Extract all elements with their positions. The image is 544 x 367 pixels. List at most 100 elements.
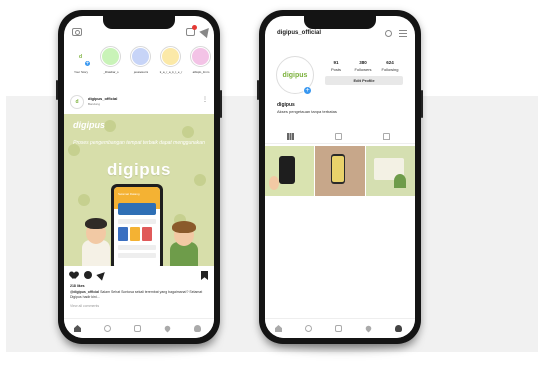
more-options-icon[interactable]: ⋮: [202, 96, 208, 103]
stat-following[interactable]: 624 Following: [377, 60, 403, 72]
profile-icon[interactable]: [194, 325, 201, 332]
phone-notch: [103, 16, 175, 29]
mock-book-cover: [118, 227, 128, 241]
story-label: Your Story: [74, 70, 88, 74]
story-label: albiqlo_ilmm: [192, 70, 210, 74]
stat-followers[interactable]: 380 Followers: [350, 60, 376, 72]
post-header: d digipus_official Bandung ⋮: [70, 94, 208, 112]
activity-heart-icon[interactable]: [364, 324, 373, 333]
profile-post-grid: [265, 146, 415, 196]
grid-post-thumbnail[interactable]: [315, 146, 365, 196]
story-label: _lihatdiar_s: [103, 70, 119, 74]
stat-posts[interactable]: 91 Posts: [323, 60, 349, 72]
heart-icon[interactable]: [70, 272, 78, 280]
caption-username[interactable]: @digipus_official: [70, 290, 99, 294]
boy-hair: [85, 218, 107, 229]
phone-power-button: [421, 90, 423, 118]
home-icon[interactable]: [74, 325, 81, 332]
view-comments-link[interactable]: View all comments: [70, 304, 99, 308]
camera-icon[interactable]: [72, 28, 82, 36]
post-image-logo: digipus: [73, 120, 105, 130]
story-label: jessiekurni: [133, 70, 149, 74]
stat-label: Posts: [330, 67, 341, 72]
post-avatar[interactable]: d: [70, 95, 84, 109]
home-icon[interactable]: [275, 325, 282, 332]
stories-row: d + Your Story _lihatdiar_s jessiekurni …: [64, 46, 214, 86]
post-image-brand: digipus: [107, 160, 171, 179]
story-item[interactable]: k_a_r_a_k_t_e_r: [160, 46, 182, 74]
story-avatar: [192, 48, 209, 65]
thumb-phone: [279, 156, 295, 184]
post-caption: @digipus_official Salam Sehat Sontosa se…: [70, 290, 208, 300]
mock-app-row: [118, 253, 156, 258]
mock-app-banner: [118, 203, 156, 215]
thumb-screen: [332, 156, 345, 182]
post-actions: [70, 269, 208, 282]
add-post-icon[interactable]: [335, 325, 342, 332]
profile-icon[interactable]: [395, 325, 402, 332]
mock-app-label: Selamat Datang: [118, 192, 140, 196]
comment-icon[interactable]: [84, 271, 92, 279]
stat-label: Following: [381, 67, 399, 72]
story-item[interactable]: _lihatdiar_s: [100, 46, 122, 74]
edit-profile-button[interactable]: Edit Profile: [325, 76, 403, 85]
pattern-decoration: [78, 194, 90, 206]
igtv-tab-icon[interactable]: [335, 133, 342, 140]
activity-heart-icon[interactable]: [163, 324, 172, 333]
phone-volume-button: [257, 80, 259, 100]
share-icon[interactable]: [96, 269, 108, 281]
profile-bio: Akses pengetauan tanpa terbatas: [277, 109, 337, 114]
history-icon[interactable]: [385, 30, 392, 37]
likes-count[interactable]: 218 likes: [70, 284, 85, 288]
search-icon[interactable]: [104, 325, 111, 332]
stat-label: Followers: [354, 67, 372, 72]
add-story-plus-icon[interactable]: +: [303, 86, 312, 95]
grid-icon[interactable]: [287, 133, 294, 140]
thumb-person: [269, 176, 279, 190]
profile-display-name: digipus: [277, 102, 295, 108]
girl-hair: [172, 221, 196, 233]
stat-value: 91: [333, 60, 339, 65]
pattern-decoration: [104, 120, 116, 132]
post-username[interactable]: digipus_official: [88, 96, 117, 101]
notification-dot: [192, 25, 197, 30]
mock-book-cover: [130, 227, 140, 241]
stat-value: 624: [386, 60, 394, 65]
add-post-icon[interactable]: [134, 325, 141, 332]
grid-post-thumbnail[interactable]: [265, 146, 315, 196]
story-avatar: [102, 48, 119, 65]
story-item[interactable]: albiqlo_ilmm: [190, 46, 212, 74]
phone-volume-button: [56, 80, 58, 100]
search-icon[interactable]: [305, 325, 312, 332]
bookmark-icon[interactable]: [201, 271, 208, 280]
mock-app-row: [118, 219, 156, 224]
phone-profile: digipus_official digipus + 91 Posts 380 …: [257, 10, 423, 344]
phone-notch: [304, 16, 376, 29]
illustration-girl: [166, 220, 202, 266]
profile-screen: digipus_official digipus + 91 Posts 380 …: [265, 16, 415, 338]
stat-value: 380: [359, 60, 367, 65]
bottom-tab-bar: [265, 318, 415, 338]
post-image-headline: Proses pengembangan tempat terbaik dapat…: [73, 140, 205, 146]
add-story-plus-icon[interactable]: +: [84, 60, 91, 67]
digipus-logo: digipus: [282, 71, 308, 79]
mock-app-screen: Selamat Datang: [114, 187, 160, 266]
post-image[interactable]: digipus Proses pengembangan tempat terba…: [64, 114, 214, 266]
profile-username[interactable]: digipus_official: [277, 30, 321, 36]
story-your-story[interactable]: d + Your Story: [70, 46, 92, 74]
mock-book-cover: [142, 227, 152, 241]
digipus-logo: d: [75, 99, 79, 105]
bottom-tab-bar: [64, 318, 214, 338]
direct-message-icon[interactable]: [199, 24, 213, 39]
mock-app-row: [118, 245, 156, 250]
menu-icon[interactable]: [399, 30, 407, 37]
thumb-person: [393, 174, 406, 188]
mock-phone-illustration: Selamat Datang: [111, 184, 163, 266]
tagged-icon[interactable]: [383, 133, 390, 140]
story-label: k_a_r_a_k_t_e_r: [159, 70, 183, 74]
story-item[interactable]: jessiekurni: [130, 46, 152, 74]
story-avatar: [132, 48, 149, 65]
grid-post-thumbnail[interactable]: [365, 146, 415, 196]
pattern-decoration: [182, 126, 194, 138]
post-location[interactable]: Bandung: [88, 102, 100, 106]
